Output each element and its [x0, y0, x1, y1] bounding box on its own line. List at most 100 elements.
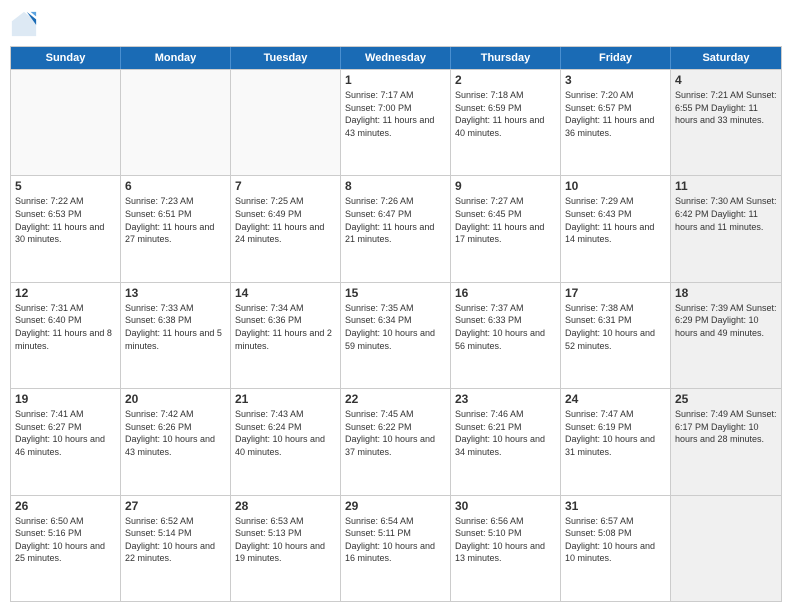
day-cell-2: 2 Sunrise: 7:18 AM Sunset: 6:59 PM Daylig…: [451, 70, 561, 175]
day-cell-23: 23Sunrise: 7:46 AM Sunset: 6:21 PM Dayli…: [451, 389, 561, 494]
header: [10, 10, 782, 38]
day-number: 20: [125, 392, 226, 406]
day-info: Sunrise: 7:45 AM Sunset: 6:22 PM Dayligh…: [345, 408, 446, 458]
day-info: Sunrise: 7:26 AM Sunset: 6:47 PM Dayligh…: [345, 195, 446, 245]
day-header-monday: Monday: [121, 47, 231, 69]
day-cell-17: 17 Sunrise: 7:38 AM Sunset: 6:31 PM Dayli…: [561, 283, 671, 388]
day-cell-empty-4-6: [671, 496, 781, 601]
day-number: 21: [235, 392, 336, 406]
day-info: Sunrise: 7:31 AM Sunset: 6:40 PM Dayligh…: [15, 302, 116, 352]
calendar-weeks: 1Sunrise: 7:17 AM Sunset: 7:00 PM Daylig…: [11, 69, 781, 601]
day-cell-19: 19 Sunrise: 7:41 AM Sunset: 6:27 PM Dayli…: [11, 389, 121, 494]
day-cell-3: 3 Sunrise: 7:20 AM Sunset: 6:57 PM Daylig…: [561, 70, 671, 175]
day-number: 12: [15, 286, 116, 300]
day-number: 5: [15, 179, 116, 193]
day-cell-22: 22 Sunrise: 7:45 AM Sunset: 6:22 PM Dayli…: [341, 389, 451, 494]
day-info: Sunrise: 6:52 AM Sunset: 5:14 PM Dayligh…: [125, 515, 226, 565]
day-cell-18: 18 Sunrise: 7:39 AM Sunset: 6:29 PM Dayli…: [671, 283, 781, 388]
day-number: 14: [235, 286, 336, 300]
day-number: 3: [565, 73, 666, 87]
day-number: 7: [235, 179, 336, 193]
day-cell-9: 9Sunrise: 7:27 AM Sunset: 6:45 PM Daylig…: [451, 176, 561, 281]
day-number: 13: [125, 286, 226, 300]
day-number: 4: [675, 73, 777, 87]
day-number: 28: [235, 499, 336, 513]
day-header-thursday: Thursday: [451, 47, 561, 69]
day-number: 18: [675, 286, 777, 300]
day-info: Sunrise: 7:23 AM Sunset: 6:51 PM Dayligh…: [125, 195, 226, 245]
day-header-wednesday: Wednesday: [341, 47, 451, 69]
week-row-4: 26Sunrise: 6:50 AM Sunset: 5:16 PM Dayli…: [11, 495, 781, 601]
day-number: 23: [455, 392, 556, 406]
day-cell-8: 8Sunrise: 7:26 AM Sunset: 6:47 PM Daylig…: [341, 176, 451, 281]
day-info: Sunrise: 7:18 AM Sunset: 6:59 PM Dayligh…: [455, 89, 556, 139]
day-info: Sunrise: 7:49 AM Sunset: 6:17 PM Dayligh…: [675, 408, 777, 446]
day-cell-empty-0-2: [231, 70, 341, 175]
day-cell-21: 21 Sunrise: 7:43 AM Sunset: 6:24 PM Dayli…: [231, 389, 341, 494]
day-info: Sunrise: 7:22 AM Sunset: 6:53 PM Dayligh…: [15, 195, 116, 245]
week-row-0: 1Sunrise: 7:17 AM Sunset: 7:00 PM Daylig…: [11, 69, 781, 175]
day-info: Sunrise: 7:47 AM Sunset: 6:19 PM Dayligh…: [565, 408, 666, 458]
day-number: 17: [565, 286, 666, 300]
day-number: 25: [675, 392, 777, 406]
day-number: 27: [125, 499, 226, 513]
day-header-sunday: Sunday: [11, 47, 121, 69]
day-info: Sunrise: 7:37 AM Sunset: 6:33 PM Dayligh…: [455, 302, 556, 352]
day-number: 19: [15, 392, 116, 406]
day-cell-13: 13 Sunrise: 7:33 AM Sunset: 6:38 PM Dayli…: [121, 283, 231, 388]
day-info: Sunrise: 7:35 AM Sunset: 6:34 PM Dayligh…: [345, 302, 446, 352]
day-number: 2: [455, 73, 556, 87]
day-number: 11: [675, 179, 777, 193]
week-row-3: 19 Sunrise: 7:41 AM Sunset: 6:27 PM Dayli…: [11, 388, 781, 494]
day-info: Sunrise: 7:38 AM Sunset: 6:31 PM Dayligh…: [565, 302, 666, 352]
day-number: 9: [455, 179, 556, 193]
day-cell-20: 20 Sunrise: 7:42 AM Sunset: 6:26 PM Dayli…: [121, 389, 231, 494]
day-info: Sunrise: 7:34 AM Sunset: 6:36 PM Dayligh…: [235, 302, 336, 352]
day-cell-16: 16 Sunrise: 7:37 AM Sunset: 6:33 PM Dayli…: [451, 283, 561, 388]
day-cell-12: 12 Sunrise: 7:31 AM Sunset: 6:40 PM Dayli…: [11, 283, 121, 388]
day-number: 30: [455, 499, 556, 513]
day-header-saturday: Saturday: [671, 47, 781, 69]
day-info: Sunrise: 6:50 AM Sunset: 5:16 PM Dayligh…: [15, 515, 116, 565]
day-cell-10: 10Sunrise: 7:29 AM Sunset: 6:43 PM Dayli…: [561, 176, 671, 281]
day-info: Sunrise: 6:57 AM Sunset: 5:08 PM Dayligh…: [565, 515, 666, 565]
day-cell-28: 28 Sunrise: 6:53 AM Sunset: 5:13 PM Dayli…: [231, 496, 341, 601]
logo: [10, 10, 42, 38]
day-cell-1: 1Sunrise: 7:17 AM Sunset: 7:00 PM Daylig…: [341, 70, 451, 175]
day-info: Sunrise: 7:43 AM Sunset: 6:24 PM Dayligh…: [235, 408, 336, 458]
day-info: Sunrise: 7:30 AM Sunset: 6:42 PM Dayligh…: [675, 195, 777, 233]
day-number: 22: [345, 392, 446, 406]
day-info: Sunrise: 7:42 AM Sunset: 6:26 PM Dayligh…: [125, 408, 226, 458]
day-cell-7: 7 Sunrise: 7:25 AM Sunset: 6:49 PM Daylig…: [231, 176, 341, 281]
day-info: Sunrise: 6:56 AM Sunset: 5:10 PM Dayligh…: [455, 515, 556, 565]
day-headers-row: SundayMondayTuesdayWednesdayThursdayFrid…: [11, 47, 781, 69]
day-cell-25: 25 Sunrise: 7:49 AM Sunset: 6:17 PM Dayli…: [671, 389, 781, 494]
day-header-tuesday: Tuesday: [231, 47, 341, 69]
day-info: Sunrise: 6:53 AM Sunset: 5:13 PM Dayligh…: [235, 515, 336, 565]
page-container: SundayMondayTuesdayWednesdayThursdayFrid…: [0, 0, 792, 612]
day-cell-5: 5 Sunrise: 7:22 AM Sunset: 6:53 PM Daylig…: [11, 176, 121, 281]
day-info: Sunrise: 7:25 AM Sunset: 6:49 PM Dayligh…: [235, 195, 336, 245]
day-cell-29: 29Sunrise: 6:54 AM Sunset: 5:11 PM Dayli…: [341, 496, 451, 601]
day-number: 24: [565, 392, 666, 406]
day-cell-empty-0-1: [121, 70, 231, 175]
day-info: Sunrise: 7:20 AM Sunset: 6:57 PM Dayligh…: [565, 89, 666, 139]
day-cell-27: 27 Sunrise: 6:52 AM Sunset: 5:14 PM Dayli…: [121, 496, 231, 601]
day-number: 31: [565, 499, 666, 513]
day-cell-30: 30 Sunrise: 6:56 AM Sunset: 5:10 PM Dayli…: [451, 496, 561, 601]
day-info: Sunrise: 7:41 AM Sunset: 6:27 PM Dayligh…: [15, 408, 116, 458]
day-number: 15: [345, 286, 446, 300]
day-info: Sunrise: 7:39 AM Sunset: 6:29 PM Dayligh…: [675, 302, 777, 340]
day-header-friday: Friday: [561, 47, 671, 69]
day-number: 16: [455, 286, 556, 300]
day-cell-31: 31 Sunrise: 6:57 AM Sunset: 5:08 PM Dayli…: [561, 496, 671, 601]
day-number: 1: [345, 73, 446, 87]
calendar: SundayMondayTuesdayWednesdayThursdayFrid…: [10, 46, 782, 602]
day-info: Sunrise: 7:33 AM Sunset: 6:38 PM Dayligh…: [125, 302, 226, 352]
day-number: 6: [125, 179, 226, 193]
week-row-1: 5 Sunrise: 7:22 AM Sunset: 6:53 PM Daylig…: [11, 175, 781, 281]
day-cell-15: 15 Sunrise: 7:35 AM Sunset: 6:34 PM Dayli…: [341, 283, 451, 388]
day-cell-24: 24 Sunrise: 7:47 AM Sunset: 6:19 PM Dayli…: [561, 389, 671, 494]
day-cell-14: 14 Sunrise: 7:34 AM Sunset: 6:36 PM Dayli…: [231, 283, 341, 388]
day-cell-empty-0-0: [11, 70, 121, 175]
